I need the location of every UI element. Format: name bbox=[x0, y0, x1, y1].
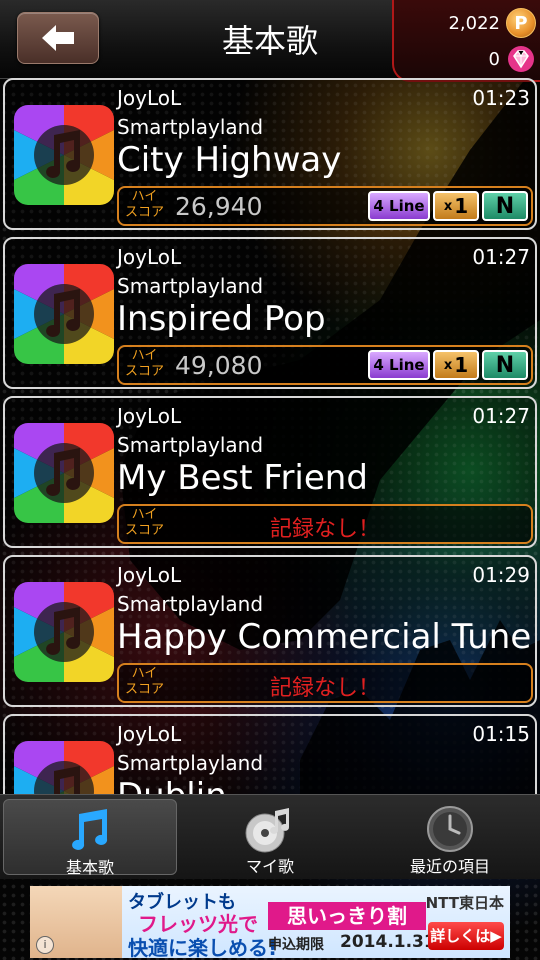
high-score-label-bottom: スコア bbox=[125, 364, 165, 379]
tab-recent-items[interactable]: 最近の項目 bbox=[363, 799, 537, 876]
song-title: Happy Commercial Tune bbox=[117, 617, 532, 657]
tab-label: 基本歌 bbox=[65, 858, 114, 877]
ad-deadline-label: 申込期限 bbox=[268, 937, 324, 953]
nav-icon-wrap bbox=[363, 805, 537, 853]
publisher-name: Smartplayland bbox=[117, 115, 264, 139]
song-title: Dublin bbox=[117, 776, 227, 794]
multiplier-prefix: x bbox=[443, 198, 453, 214]
high-score-label: ハイ スコア bbox=[125, 189, 164, 221]
ad-campaign-title: 思いっきり割 bbox=[268, 902, 426, 930]
song-title: Inspired Pop bbox=[117, 299, 326, 339]
tab-my-songs[interactable]: マイ歌 bbox=[183, 799, 357, 876]
tab-label: 最近の項目 bbox=[409, 857, 490, 876]
high-score-bar: ハイ スコア 49,080 4 Line x 1 N bbox=[117, 345, 533, 385]
song-duration: 01:27 bbox=[472, 404, 530, 428]
artist-name: JoyLoL bbox=[117, 722, 182, 746]
cd-music-icon bbox=[245, 808, 290, 853]
difficulty-badge: N bbox=[482, 191, 528, 221]
publisher-name: Smartplayland bbox=[117, 592, 264, 616]
song-duration: 01:15 bbox=[472, 722, 530, 746]
coin-icon: P bbox=[506, 8, 536, 38]
publisher-name: Smartplayland bbox=[117, 751, 264, 775]
music-note-icon bbox=[14, 264, 114, 364]
song-duration: 01:27 bbox=[472, 245, 530, 269]
ad-details-button[interactable]: 詳しくは▶ bbox=[428, 922, 504, 950]
high-score-label-top: ハイ bbox=[131, 348, 158, 363]
gem-icon bbox=[508, 46, 534, 72]
ad-headline-3: 快適に楽しめる! bbox=[128, 936, 278, 958]
coin-value: 2,022 bbox=[448, 12, 500, 34]
song-card[interactable]: JoyLoL Smartplayland Dublin 01:15 bbox=[3, 714, 537, 794]
badge-group: 4 Line x 1 N bbox=[368, 191, 528, 221]
song-card[interactable]: JoyLoL Smartplayland City Highway 01:23 … bbox=[3, 78, 537, 230]
song-title: City Highway bbox=[117, 140, 342, 180]
artist-name: JoyLoL bbox=[117, 86, 182, 110]
no-record-text: 記録なし！ bbox=[269, 676, 380, 701]
gem-value: 0 bbox=[488, 48, 500, 70]
ad-banner[interactable]: i タブレットも フレッツ光で 快適に楽しめる! 思いっきり割 申込期限 201… bbox=[30, 886, 510, 958]
artist-name: JoyLoL bbox=[117, 404, 182, 428]
high-score-label-bottom: スコア bbox=[125, 205, 165, 220]
nav-icon-wrap bbox=[183, 805, 357, 855]
music-note-icon bbox=[14, 741, 114, 794]
high-score-bar: ハイ スコア 26,940 4 Line x 1 N bbox=[117, 186, 533, 226]
screen: 基本歌 2,022 P 0 JoyLoL Smartplayland City … bbox=[0, 0, 540, 960]
difficulty-badge: N bbox=[482, 350, 528, 380]
high-score-label: ハイ スコア bbox=[125, 348, 164, 380]
song-card[interactable]: JoyLoL Smartplayland My Best Friend 01:2… bbox=[3, 396, 537, 548]
currency-panel: 2,022 P 0 bbox=[392, 0, 540, 82]
song-duration: 01:29 bbox=[472, 563, 530, 587]
multiplier-value: 1 bbox=[454, 353, 469, 377]
publisher-name: Smartplayland bbox=[117, 274, 264, 298]
artist-name: JoyLoL bbox=[117, 245, 182, 269]
song-card[interactable]: JoyLoL Smartplayland Happy Commercial Tu… bbox=[3, 555, 537, 707]
artist-name: JoyLoL bbox=[117, 563, 182, 587]
music-note-icon bbox=[14, 423, 114, 523]
high-score-value: 26,940 bbox=[175, 192, 263, 221]
high-score-bar: ハイ スコア 記録なし！ bbox=[117, 663, 533, 703]
badge-group: 4 Line x 1 N bbox=[368, 350, 528, 380]
song-card[interactable]: JoyLoL Smartplayland Inspired Pop 01:27 … bbox=[3, 237, 537, 389]
song-title: My Best Friend bbox=[117, 458, 368, 498]
multiplier-badge: x 1 bbox=[433, 191, 479, 221]
ad-brand: NTT東日本 bbox=[425, 894, 504, 912]
ad-deadline-date: 2014.1.31 bbox=[340, 932, 436, 952]
high-score-bar: ハイ スコア 記録なし！ bbox=[117, 504, 533, 544]
top-bar: 基本歌 2,022 P 0 bbox=[0, 0, 540, 82]
song-duration: 01:23 bbox=[472, 86, 530, 110]
clock-icon bbox=[427, 806, 473, 852]
no-record-text: 記録なし！ bbox=[269, 517, 380, 542]
multiplier-value: 1 bbox=[454, 194, 469, 218]
high-score-value: 49,080 bbox=[175, 351, 263, 380]
multiplier-badge: x 1 bbox=[433, 350, 479, 380]
tab-basic-songs[interactable]: 基本歌 bbox=[3, 799, 177, 877]
music-note-icon bbox=[14, 582, 114, 682]
music-note-icon bbox=[72, 809, 108, 850]
ad-info-icon[interactable]: i bbox=[36, 936, 54, 954]
high-score-label-top: ハイ bbox=[131, 189, 158, 204]
nav-icon-wrap bbox=[4, 806, 176, 852]
gem-counter: 0 bbox=[489, 44, 536, 74]
coin-counter: 2,022 P bbox=[448, 8, 536, 38]
music-note-icon bbox=[14, 105, 114, 205]
song-list[interactable]: JoyLoL Smartplayland City Highway 01:23 … bbox=[0, 78, 540, 794]
multiplier-prefix: x bbox=[443, 357, 453, 373]
bottom-nav: 基本歌 マイ歌 最近の項目 bbox=[0, 794, 540, 879]
publisher-name: Smartplayland bbox=[117, 433, 264, 457]
line-count-badge: 4 Line bbox=[368, 350, 430, 380]
line-count-badge: 4 Line bbox=[368, 191, 430, 221]
tab-label: マイ歌 bbox=[245, 857, 294, 876]
